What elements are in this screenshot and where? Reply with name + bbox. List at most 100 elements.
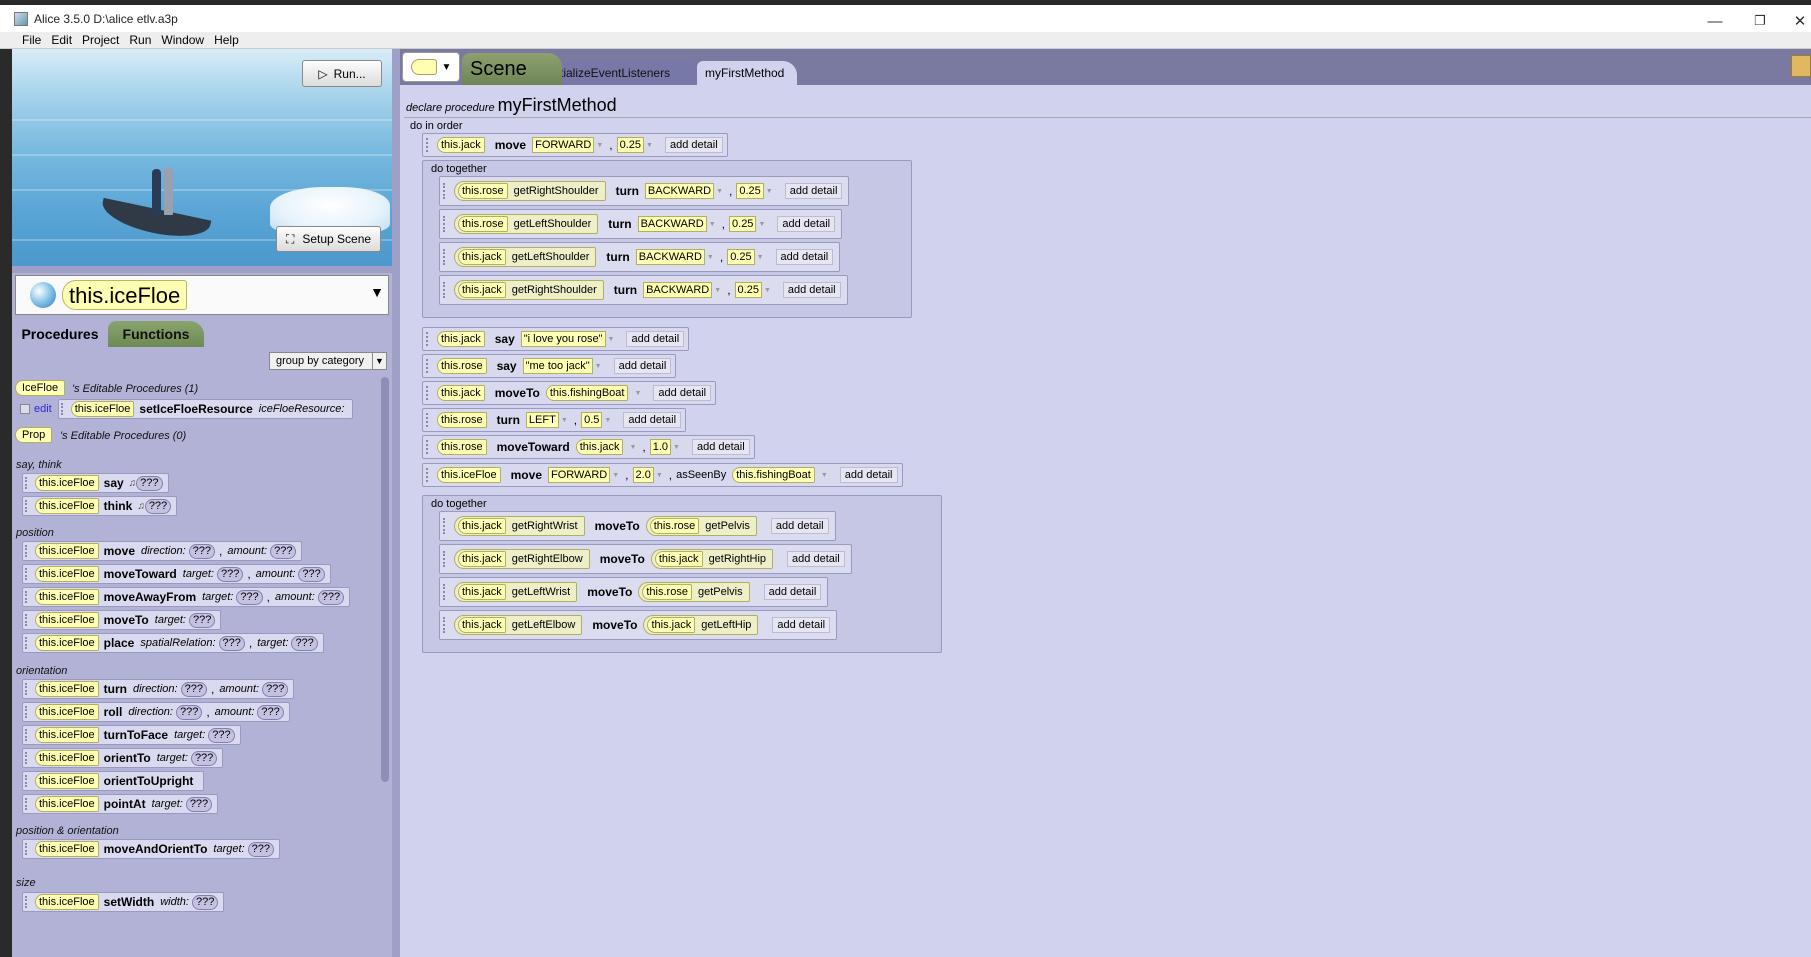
param-slot[interactable]: ??? (247, 841, 274, 857)
proc-set-icefloe-resource[interactable]: this.iceFloe setIceFloeResource iceFloeR… (57, 399, 354, 419)
target-pill[interactable]: this.jack (437, 137, 485, 153)
param-slot[interactable]: ??? (236, 589, 263, 605)
direction-value[interactable]: FORWARD (548, 467, 611, 483)
scene-splitter[interactable] (12, 266, 392, 273)
proc-roll[interactable]: this.iceFloe roll direction:???, amount:??? (22, 702, 290, 722)
edit-checkbox[interactable] (20, 404, 30, 414)
text-value[interactable]: "me too jack" (522, 358, 593, 374)
stmt-jack-right-shoulder-turn[interactable]: this.jack getRightShoulder turn BACKWARD ▼… (439, 275, 848, 305)
group-by-select[interactable]: group by category ▼ (269, 352, 387, 370)
menu-run[interactable]: Run (129, 33, 151, 47)
do-together-block-2[interactable]: do together this.jack getRightWrist moveT… (422, 495, 942, 653)
target-pill[interactable]: this.jack (437, 331, 485, 347)
code-canvas[interactable]: do in order this.jack move FORWARD ▼, 0.25… (404, 117, 1811, 957)
proc-point-at[interactable]: this.iceFloe pointAt target:??? (22, 794, 219, 814)
vertical-splitter[interactable] (392, 49, 400, 957)
direction-value[interactable]: BACKWARD (637, 216, 707, 232)
param-slot[interactable]: ??? (262, 681, 289, 697)
proc-turn[interactable]: this.iceFloe turn direction:???, amount:??? (22, 679, 295, 699)
stmt-jack-say[interactable]: this.jack say "i love you rose" ▼ add deta… (422, 327, 690, 351)
joint-expression[interactable]: this.jack getRightWrist (454, 516, 585, 536)
stmt-jack-right-elbow-move-to[interactable]: this.jack getRightElbow moveTo this.jack g… (439, 544, 852, 574)
edit-link[interactable]: edit (34, 403, 52, 415)
target-value[interactable]: this.fishingBoat (545, 385, 629, 401)
proc-say[interactable]: this.iceFloe say ♫??? (22, 473, 169, 493)
add-detail-button[interactable]: add detail (770, 518, 829, 534)
target-pill[interactable]: this.rose (437, 358, 487, 374)
stmt-jack-move-to[interactable]: this.jack moveTo this.fishingBoat ▼ add de… (422, 381, 717, 405)
tab-scene[interactable]: Scene (462, 53, 562, 85)
scene-view[interactable]: ▷ Run... ⛶ Setup Scene (12, 49, 392, 266)
close-icon[interactable]: ✕ (1785, 10, 1811, 32)
proc-move-toward[interactable]: this.iceFloe moveToward target:???, amount:… (22, 564, 331, 584)
joint-expression[interactable]: this.jack getRightShoulder (454, 280, 604, 300)
add-detail-button[interactable]: add detail (839, 467, 898, 483)
joint-expression[interactable]: this.jack getRightElbow (454, 549, 590, 569)
joint-expression[interactable]: this.jack getLeftShoulder (454, 247, 597, 267)
amount-value[interactable]: 0.25 (736, 183, 764, 199)
amount-value[interactable]: 0.5 (581, 412, 603, 428)
stmt-jack-right-wrist-move-to[interactable]: this.jack getRightWrist moveTo this.rose g… (439, 511, 836, 541)
param-slot[interactable]: ??? (216, 566, 244, 582)
add-detail-button[interactable]: add detail (653, 385, 712, 401)
stmt-jack-move[interactable]: this.jack move FORWARD ▼, 0.25 ▼ add detail (422, 133, 728, 157)
direction-value[interactable]: BACKWARD (635, 249, 705, 265)
stmt-rose-move-toward[interactable]: this.rose moveToward this.jack ▼, 1.0 ▼ add… (422, 435, 755, 459)
menu-window[interactable]: Window (161, 33, 204, 47)
amount-value[interactable]: 2.0 (632, 467, 654, 483)
param-slot[interactable]: ??? (180, 681, 207, 697)
run-button[interactable]: ▷ Run... (302, 60, 382, 87)
add-detail-button[interactable]: add detail (626, 331, 685, 347)
menu-file[interactable]: File (22, 33, 41, 47)
target-joint-expression[interactable]: this.rose getPelvis (645, 516, 757, 536)
proc-place[interactable]: this.iceFloe place spatialRelation:???, tar… (22, 633, 324, 653)
tab-procedures[interactable]: Procedures (14, 321, 106, 347)
target-pill[interactable]: this.jack (437, 385, 485, 401)
stmt-rose-right-shoulder-turn[interactable]: this.rose getRightShoulder turn BACKWARD ▼… (439, 176, 850, 206)
proc-move-away-from[interactable]: this.iceFloe moveAwayFrom target:???, amoun… (22, 587, 351, 607)
target-pill[interactable]: this.iceFloe (437, 467, 501, 483)
stmt-rose-say[interactable]: this.rose say "me too jack" ▼ add detail (422, 354, 677, 378)
text-value[interactable]: "i love you rose" (520, 331, 606, 347)
target-joint-expression[interactable]: this.rose getPelvis (638, 582, 750, 602)
proc-turn-to-face[interactable]: this.iceFloe turnToFace target:??? (22, 725, 241, 745)
amount-value[interactable]: 0.25 (734, 282, 762, 298)
param-slot[interactable]: ??? (218, 635, 245, 651)
param-slot[interactable]: ??? (136, 475, 163, 491)
amount-value[interactable]: 0.25 (616, 137, 645, 153)
proc-move-and-orient-to[interactable]: this.iceFloe moveAndOrientTo target:??? (22, 839, 280, 859)
proc-orient-to-upright[interactable]: this.iceFloe orientToUpright (22, 771, 205, 791)
tab-functions[interactable]: Functions (108, 321, 204, 347)
direction-value[interactable]: LEFT (525, 412, 559, 428)
param-slot[interactable]: ??? (191, 894, 219, 910)
add-detail-button[interactable]: add detail (787, 551, 845, 567)
add-detail-button[interactable]: add detail (691, 439, 750, 455)
class-dropdown[interactable]: ▼ (402, 52, 460, 82)
add-detail-button[interactable]: add detail (613, 358, 672, 374)
amount-value[interactable]: 0.25 (727, 249, 755, 265)
param-slot[interactable]: ??? (188, 543, 215, 559)
param-slot[interactable]: ??? (190, 750, 218, 766)
amount-value[interactable]: 1.0 (649, 439, 672, 455)
param-slot[interactable]: ??? (291, 635, 318, 651)
minimize-icon[interactable]: — (1700, 10, 1730, 32)
procedures-scrollbar[interactable] (381, 377, 389, 782)
menu-help[interactable]: Help (214, 33, 239, 47)
stmt-rose-turn[interactable]: this.rose turn LEFT ▼, 0.5 ▼ add detail (422, 408, 687, 432)
add-detail-button[interactable]: add detail (775, 249, 834, 265)
param-slot[interactable]: ??? (208, 727, 235, 743)
joint-expression[interactable]: this.rose getLeftShoulder (454, 214, 599, 234)
add-detail-button[interactable]: add detail (763, 584, 822, 600)
stmt-icefloe-move[interactable]: this.iceFloe move FORWARD ▼, 2.0 ▼, asSeenB… (422, 463, 903, 487)
joint-expression[interactable]: this.rose getRightShoulder (454, 181, 606, 201)
param-slot[interactable]: ??? (270, 543, 297, 559)
setup-scene-button[interactable]: ⛶ Setup Scene (276, 226, 381, 252)
stmt-rose-left-shoulder-turn[interactable]: this.rose getLeftShoulder turn BACKWARD ▼,… (439, 209, 843, 239)
proc-orient-to[interactable]: this.iceFloe orientTo target:??? (22, 748, 224, 768)
add-detail-button[interactable]: add detail (664, 137, 723, 153)
stmt-jack-left-elbow-move-to[interactable]: this.jack getLeftElbow moveTo this.jack ge… (439, 610, 838, 640)
add-detail-button[interactable]: add detail (623, 412, 682, 428)
menu-project[interactable]: Project (82, 33, 119, 47)
proc-think[interactable]: this.iceFloe think ♫??? (22, 496, 178, 516)
as-seen-by-value[interactable]: this.fishingBoat (732, 467, 815, 483)
